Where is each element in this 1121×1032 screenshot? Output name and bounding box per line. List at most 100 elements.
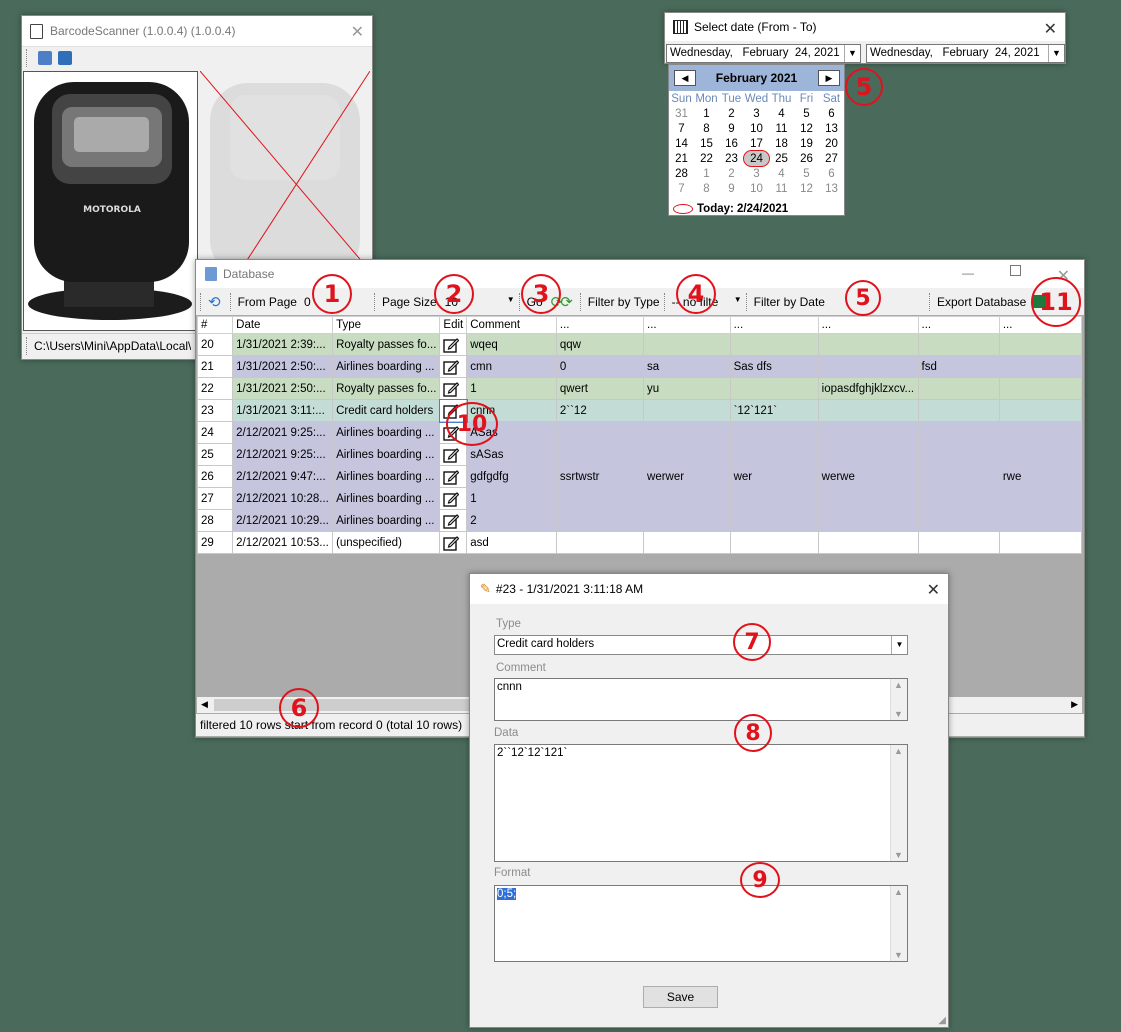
- close-icon[interactable]: ✕: [1044, 19, 1057, 39]
- edit-icon[interactable]: [439, 443, 468, 466]
- day-cell[interactable]: 11: [769, 181, 794, 196]
- table-row[interactable]: 22 1/31/2021 2:50:... Royalty passes fo.…: [197, 377, 1082, 400]
- day-cell[interactable]: 2: [719, 166, 744, 181]
- scroll-thumb[interactable]: [214, 699, 484, 711]
- scroll-right-icon[interactable]: ▶: [1071, 699, 1078, 710]
- day-cell[interactable]: 22: [694, 151, 719, 166]
- edit-titlebar[interactable]: ✎ #23 - 1/31/2021 3:11:18 AM ✕: [470, 574, 948, 604]
- edit-icon[interactable]: [439, 487, 468, 510]
- chevron-down-icon[interactable]: ▼: [1048, 45, 1064, 62]
- day-cell[interactable]: 6: [819, 166, 844, 181]
- day-cell[interactable]: 4: [769, 106, 794, 121]
- day-cell[interactable]: 8: [694, 121, 719, 136]
- day-cell[interactable]: 7: [669, 121, 694, 136]
- edit-icon[interactable]: [439, 465, 468, 488]
- next-month-button[interactable]: ▶: [818, 70, 840, 86]
- day-cell[interactable]: 9: [719, 181, 744, 196]
- comment-textarea[interactable]: cnnn ▲ ▼: [494, 678, 908, 721]
- table-row[interactable]: 23 1/31/2021 3:11:... Credit card holder…: [197, 398, 1082, 423]
- day-cell[interactable]: 10: [744, 121, 769, 136]
- day-cell[interactable]: 15: [694, 136, 719, 151]
- day-cell[interactable]: 9: [719, 121, 744, 136]
- table-row[interactable]: 20 1/31/2021 2:39:... Royalty passes fo.…: [197, 333, 1082, 356]
- barcode-titlebar[interactable]: BarcodeScanner (1.0.0.4) (1.0.0.4) ✕: [22, 16, 372, 46]
- day-cell[interactable]: 16: [719, 136, 744, 151]
- column-header[interactable]: Date: [232, 316, 334, 334]
- day-cell[interactable]: 17: [744, 136, 769, 151]
- day-cell[interactable]: 26: [794, 151, 819, 166]
- comment-scrollbar[interactable]: ▲ ▼: [890, 679, 907, 720]
- day-cell[interactable]: 12: [794, 121, 819, 136]
- day-cell[interactable]: 2: [719, 106, 744, 121]
- filter-date-button[interactable]: Filter by Date: [754, 295, 825, 309]
- column-header[interactable]: ...: [729, 316, 819, 334]
- edit-icon[interactable]: [439, 333, 468, 356]
- day-cell[interactable]: 19: [794, 136, 819, 151]
- column-header[interactable]: ...: [817, 316, 919, 334]
- day-cell[interactable]: 6: [819, 106, 844, 121]
- day-cell[interactable]: 11: [769, 121, 794, 136]
- table-row[interactable]: 24 2/12/2021 9:25:... Airlines boarding …: [197, 421, 1082, 444]
- day-cell[interactable]: 20: [819, 136, 844, 151]
- edit-icon[interactable]: [439, 509, 468, 532]
- selected-day-cell[interactable]: 24: [743, 150, 770, 167]
- column-header[interactable]: #: [197, 316, 234, 334]
- table-row[interactable]: 29 2/12/2021 10:53... (unspecified) asd: [197, 531, 1082, 554]
- edit-icon[interactable]: [439, 355, 468, 378]
- day-cell[interactable]: 8: [694, 181, 719, 196]
- column-header[interactable]: ...: [643, 316, 731, 334]
- day-cell[interactable]: 3: [744, 166, 769, 181]
- day-cell[interactable]: 31: [669, 106, 694, 121]
- column-header[interactable]: Edit: [439, 316, 468, 334]
- day-cell[interactable]: 12: [794, 181, 819, 196]
- edit-icon[interactable]: [439, 531, 468, 554]
- settings-icon[interactable]: [58, 51, 72, 65]
- refresh-icon[interactable]: ⟲: [208, 293, 221, 311]
- today-link[interactable]: Today: 2/24/2021: [673, 203, 788, 215]
- day-cell[interactable]: 10: [744, 181, 769, 196]
- day-cell[interactable]: 23: [719, 151, 744, 166]
- day-cell[interactable]: 4: [769, 166, 794, 181]
- column-header[interactable]: ...: [917, 316, 1000, 334]
- table-row[interactable]: 26 2/12/2021 9:47:... Airlines boarding …: [197, 465, 1082, 488]
- table-row[interactable]: 27 2/12/2021 10:28... Airlines boarding …: [197, 487, 1082, 510]
- table-row[interactable]: 28 2/12/2021 10:29... Airlines boarding …: [197, 509, 1082, 532]
- export-database-button[interactable]: Export Database: [937, 295, 1026, 309]
- chevron-down-icon[interactable]: ▼: [844, 45, 860, 62]
- database-icon[interactable]: [38, 51, 52, 65]
- chevron-down-icon[interactable]: ▼: [891, 636, 907, 654]
- day-cell[interactable]: 5: [794, 106, 819, 121]
- format-scrollbar[interactable]: ▲ ▼: [890, 886, 907, 961]
- day-cell[interactable]: 25: [769, 151, 794, 166]
- resize-grip-icon[interactable]: ◢: [938, 1015, 946, 1026]
- day-cell[interactable]: 21: [669, 151, 694, 166]
- day-cell[interactable]: 3: [744, 106, 769, 121]
- day-cell[interactable]: 7: [669, 181, 694, 196]
- day-cell[interactable]: 18: [769, 136, 794, 151]
- column-header[interactable]: Comment: [466, 316, 557, 334]
- to-date-picker[interactable]: Wednesday, February 24, 2021 ▼: [866, 44, 1065, 63]
- table-row[interactable]: 21 1/31/2021 2:50:... Airlines boarding …: [197, 355, 1082, 378]
- column-header[interactable]: Type: [332, 316, 441, 334]
- day-cell[interactable]: 13: [819, 121, 844, 136]
- day-cell[interactable]: 27: [819, 151, 844, 166]
- day-cell[interactable]: 14: [669, 136, 694, 151]
- minimize-icon[interactable]: —: [962, 266, 974, 280]
- close-icon[interactable]: ✕: [351, 22, 364, 42]
- save-button[interactable]: Save: [643, 986, 718, 1008]
- type-select[interactable]: Credit card holders ▼: [494, 635, 908, 655]
- table-row[interactable]: 25 2/12/2021 9:25:... Airlines boarding …: [197, 443, 1082, 466]
- data-scrollbar[interactable]: ▲ ▼: [890, 745, 907, 861]
- date-titlebar[interactable]: Select date (From - To) ✕: [665, 13, 1065, 41]
- maximize-icon[interactable]: [1010, 265, 1021, 276]
- format-textarea[interactable]: 0;5; ▲ ▼: [494, 885, 908, 962]
- data-textarea[interactable]: 2``12`12`121` ▲ ▼: [494, 744, 908, 862]
- from-date-picker[interactable]: Wednesday, February 24, 2021 ▼: [666, 44, 861, 63]
- close-icon[interactable]: ✕: [927, 580, 940, 600]
- edit-icon[interactable]: [439, 377, 468, 400]
- column-header[interactable]: ...: [555, 316, 645, 334]
- day-cell[interactable]: 1: [694, 106, 719, 121]
- day-cell[interactable]: 5: [794, 166, 819, 181]
- day-cell[interactable]: 28: [669, 166, 694, 181]
- day-cell[interactable]: 1: [694, 166, 719, 181]
